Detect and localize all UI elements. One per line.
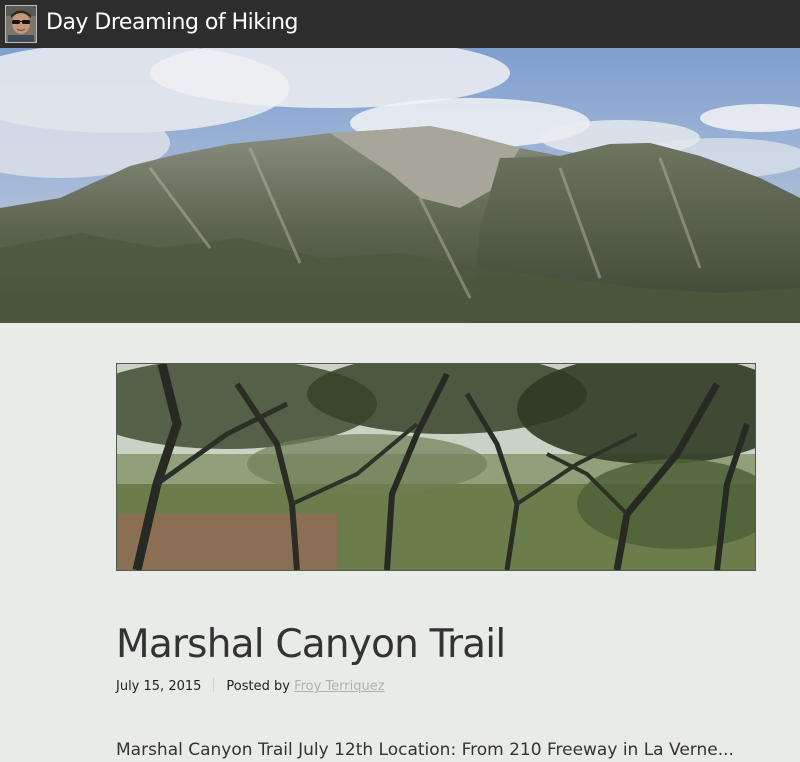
posted-by-label: Posted by [226,679,290,694]
hero-mountain-image [0,48,800,323]
featured-oak-forest-image[interactable] [116,363,756,571]
post-excerpt: Marshal Canyon Trail July 12th Location:… [116,740,734,760]
meta-divider [213,678,215,692]
author-link[interactable]: Froy Terriquez [294,679,385,694]
top-bar: Day Dreaming of Hiking [0,0,800,48]
site-title-link[interactable]: Day Dreaming of Hiking [46,9,299,37]
post-meta: July 15, 2015 Posted by Froy Terriquez [116,677,385,697]
post-title[interactable]: Marshal Canyon Trail [116,620,506,670]
user-avatar-icon[interactable] [5,5,37,43]
post-date: July 15, 2015 [116,679,202,694]
